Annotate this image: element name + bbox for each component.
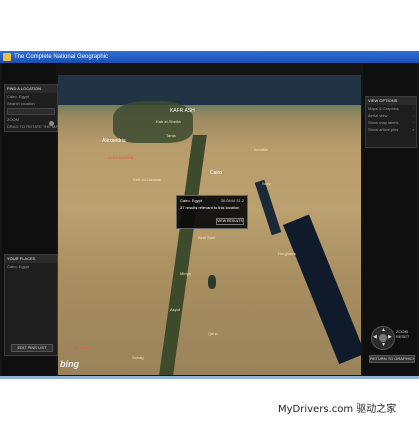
map-label: Alexandria xyxy=(102,138,126,144)
map-label: Kafr ad-Dawwar xyxy=(133,177,162,182)
saved-place-item[interactable]: Cairo, Egypt xyxy=(5,263,57,270)
view-option-item[interactable]: Show article pins ▪ xyxy=(366,126,416,133)
rotate-knob-icon[interactable] xyxy=(49,121,54,126)
map-label: KAFR ASH xyxy=(170,108,195,114)
view-option-label: Aerial view xyxy=(368,113,388,118)
satellite-map[interactable]: KAFR ASH Alexandria Cairo Kafr el-Sheikh… xyxy=(58,75,361,375)
map-label: Ismailia xyxy=(254,147,268,152)
watermark-text: MyDrivers.com 驱动之家 xyxy=(278,404,397,415)
location-popup: Cairo, Egypt 30.0444 31.2 37 results rel… xyxy=(176,195,248,229)
bing-logo: bing xyxy=(60,359,79,369)
title-bar: The Complete National Geographic xyxy=(0,51,419,63)
popup-ref: 30.0444 31.2 xyxy=(220,198,244,203)
view-option-mark-icon: · xyxy=(412,120,414,125)
your-places-header: YOUR PLACES xyxy=(5,255,57,263)
map-label: Beni Suef xyxy=(198,235,216,240)
view-option-item[interactable]: Show map labels · xyxy=(366,119,416,126)
view-option-label: Show map labels xyxy=(368,120,399,125)
location-value[interactable]: Cairo, Egypt xyxy=(5,93,57,100)
view-option-mark-icon: · xyxy=(412,106,414,111)
view-option-mark-icon: ▪ xyxy=(412,127,414,132)
lake-nasser xyxy=(208,275,216,289)
map-label: Sohag xyxy=(132,355,144,360)
mediterranean-sea xyxy=(58,75,361,105)
your-places-panel: YOUR PLACES Cairo, Egypt EDIT PINS LIST xyxy=(4,254,58,356)
pan-center-icon[interactable] xyxy=(379,334,387,342)
view-options-header: VIEW OPTIONS xyxy=(366,97,416,105)
map-label: Hurghada xyxy=(278,251,296,256)
map-label: Asyut xyxy=(170,307,181,312)
map-label: Tanta xyxy=(166,133,176,138)
app-window: The Complete National Geographic FIND A … xyxy=(0,51,419,376)
edit-pins-button[interactable]: EDIT PINS LIST xyxy=(11,344,53,352)
gulf-of-suez xyxy=(254,179,282,236)
view-option-item[interactable]: Aerial view · xyxy=(366,112,416,119)
view-results-button[interactable]: VIEW RESULTS xyxy=(216,218,244,225)
view-options-panel: VIEW OPTIONS Maps & Graphics · Aerial vie… xyxy=(365,96,417,148)
location-hint: Search location xyxy=(7,101,35,106)
view-option-label: Show article pins xyxy=(368,127,399,132)
view-option-mark-icon: · xyxy=(412,113,414,118)
map-label: EL GIZA xyxy=(74,345,90,350)
popup-message: 37 results relevant to this location xyxy=(180,205,240,210)
view-option-label: Maps & Graphics xyxy=(368,106,399,111)
left-sidebar: FIND A LOCATION Cairo, Egypt Search loca… xyxy=(2,63,58,376)
map-label: Cairo xyxy=(210,170,222,176)
app-icon xyxy=(3,53,11,61)
pan-right-icon[interactable]: ▶ xyxy=(388,335,392,340)
app-body: FIND A LOCATION Cairo, Egypt Search loca… xyxy=(0,63,419,376)
pan-left-icon[interactable]: ◀ xyxy=(373,335,377,340)
zoom-controls: ZOOM RESET xyxy=(396,329,409,339)
map-label: Kafr el-Sheikh xyxy=(156,119,182,124)
pan-up-icon[interactable]: ▲ xyxy=(381,328,386,333)
taskbar-strip xyxy=(0,376,419,379)
find-location-panel: FIND A LOCATION Cairo, Egypt Search loca… xyxy=(4,84,58,132)
nile-valley xyxy=(159,135,207,375)
location-input[interactable] xyxy=(7,108,55,115)
reset-button[interactable]: RESET xyxy=(396,334,409,339)
right-sidebar: VIEW OPTIONS Maps & Graphics · Aerial vie… xyxy=(363,63,417,376)
red-sea xyxy=(283,214,361,365)
map-label: Minya xyxy=(180,271,191,276)
map-label: ALEXANDRIA xyxy=(108,155,134,160)
view-option-item[interactable]: Maps & Graphics · xyxy=(366,105,416,112)
window-title: The Complete National Geographic xyxy=(14,54,109,60)
map-label: Qena xyxy=(208,331,218,336)
pan-down-icon[interactable]: ▼ xyxy=(381,343,386,348)
map-label: Suez xyxy=(262,181,272,186)
find-location-header: FIND A LOCATION xyxy=(5,85,57,93)
return-graphics-button[interactable]: RETURN TO GRAPHICS VIEW xyxy=(369,355,415,363)
pan-control[interactable]: ▲ ▼ ◀ ▶ xyxy=(371,326,395,350)
